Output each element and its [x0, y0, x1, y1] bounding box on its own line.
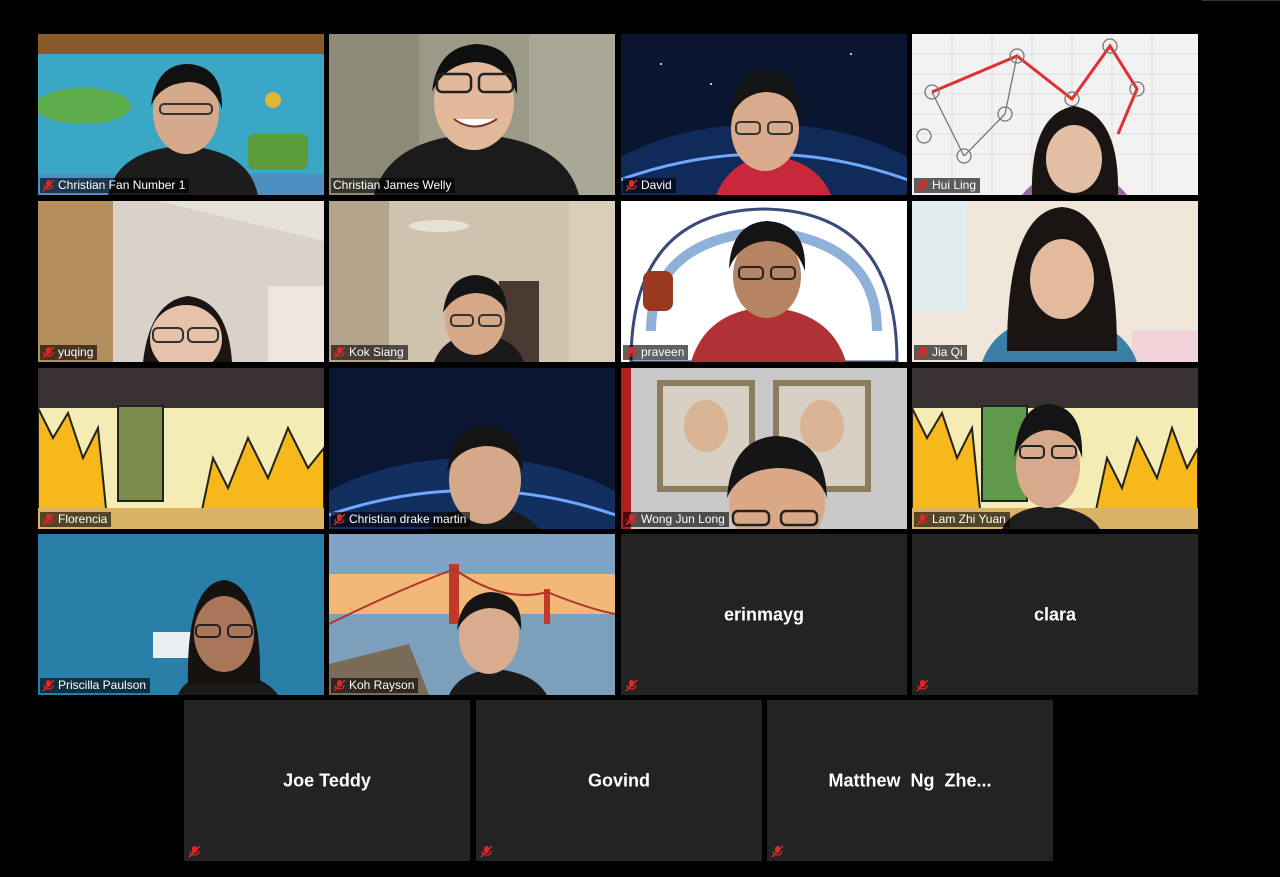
muted-mic-icon [771, 845, 784, 858]
video-tile-wong-jun-long[interactable]: Wong Jun Long [621, 368, 907, 529]
participant-name: Matthew Ng Zhe... [828, 770, 992, 790]
video-tile-lam-zhi-yuan[interactable]: Lam Zhi Yuan [912, 368, 1198, 529]
participant-name: yuqing [58, 345, 94, 359]
participant-name: clara [1033, 604, 1077, 624]
participant-name-label: Christian James Welly [331, 178, 456, 193]
participant-name-label: Priscilla Paulson [40, 678, 151, 693]
participant-name: Florencia [58, 512, 108, 526]
participant-video [716, 70, 831, 195]
participant-name: Lam Zhi Yuan [932, 512, 1006, 526]
participant-video [982, 207, 1137, 362]
video-tile-erinmayg[interactable]: erinmayg [621, 534, 907, 695]
participant-name-label: Wong Jun Long [623, 512, 729, 527]
participant-video [429, 426, 539, 529]
participant-video [178, 580, 278, 695]
muted-mic-icon [916, 179, 929, 192]
participant-video [691, 221, 846, 362]
participant-name: Jia Qi [932, 345, 963, 359]
video-tile-govind[interactable]: Govind [476, 700, 762, 861]
participant-name: praveen [641, 345, 685, 359]
fire-meme-background [38, 368, 324, 529]
participant-name: Kok Siang [349, 345, 404, 359]
video-tile-christian-james-welly[interactable]: Christian James Welly [329, 34, 615, 195]
participant-name: Wong Jun Long [641, 512, 725, 526]
participant-name-label: Christian drake martin [331, 512, 471, 527]
participant-name-label: Jia Qi [914, 345, 967, 360]
video-tile-joe-teddy[interactable]: Joe Teddy [184, 700, 470, 861]
participant-name-label: Lam Zhi Yuan [914, 512, 1010, 527]
participant-name-label: yuqing [40, 345, 98, 360]
participant-name: David [641, 178, 672, 192]
participant-video [434, 275, 524, 362]
participant-name-label: Kok Siang [331, 345, 408, 360]
participant-video [143, 296, 232, 362]
muted-mic-icon [42, 679, 55, 692]
muted-mic-icon [42, 513, 55, 526]
muted-mic-icon [333, 679, 346, 692]
muted-mic-icon [625, 513, 638, 526]
muted-mic-icon [42, 179, 55, 192]
video-tile-kok-siang[interactable]: Kok Siang [329, 201, 615, 362]
participant-name: erinmayg [723, 604, 805, 624]
participant-video [449, 592, 547, 695]
participant-video [108, 64, 258, 195]
participant-name: Hui Ling [932, 178, 977, 192]
video-tile-florencia[interactable]: Florencia [38, 368, 324, 529]
muted-mic-icon [333, 346, 346, 359]
video-tile-praveen[interactable]: praveen [621, 201, 907, 362]
participant-name-label: Christian Fan Number 1 [40, 178, 190, 193]
video-tile-koh-rayson[interactable]: Koh Rayson [329, 534, 615, 695]
muted-mic-icon [916, 679, 929, 692]
muted-mic-icon [188, 845, 201, 858]
video-tile-clara[interactable]: clara [912, 534, 1198, 695]
participant-name: Christian James Welly [333, 178, 452, 192]
participant-name-label: Koh Rayson [331, 678, 419, 693]
participant-name: Priscilla Paulson [58, 678, 147, 692]
muted-mic-icon [625, 346, 638, 359]
video-tile-priscilla-paulson[interactable]: Priscilla Paulson [38, 534, 324, 695]
participant-video [727, 436, 827, 529]
video-tile-matthew-ng-zhe[interactable]: Matthew Ng Zhe... [767, 700, 1053, 861]
participant-name-label: David [623, 178, 676, 193]
muted-mic-icon [916, 513, 929, 526]
muted-mic-icon [625, 679, 638, 692]
participant-video [374, 44, 579, 195]
participant-name: Christian drake martin [349, 512, 467, 526]
participant-name: Christian Fan Number 1 [58, 178, 186, 192]
participant-video [1022, 106, 1127, 195]
participant-name: Joe Teddy [283, 770, 371, 790]
video-tile-hui-ling[interactable]: Hui Ling [912, 34, 1198, 195]
video-tile-yuqing[interactable]: yuqing [38, 201, 324, 362]
participant-video [1002, 404, 1100, 529]
window-edge [1202, 0, 1280, 1]
muted-mic-icon [916, 346, 929, 359]
participant-name-label: praveen [623, 345, 689, 360]
video-tile-christian-fan-number-1[interactable]: Christian Fan Number 1 [38, 34, 324, 195]
participant-name-label: Hui Ling [914, 178, 981, 193]
muted-mic-icon [480, 845, 493, 858]
participant-name: Govind [588, 770, 650, 790]
muted-mic-icon [625, 179, 638, 192]
participant-name-label: Florencia [40, 512, 112, 527]
video-tile-christian-drake-martin[interactable]: Christian drake martin [329, 368, 615, 529]
muted-mic-icon [333, 513, 346, 526]
video-tile-david[interactable]: David [621, 34, 907, 195]
participant-name: Koh Rayson [349, 678, 415, 692]
video-tile-jia-qi[interactable]: Jia Qi [912, 201, 1198, 362]
muted-mic-icon [42, 346, 55, 359]
